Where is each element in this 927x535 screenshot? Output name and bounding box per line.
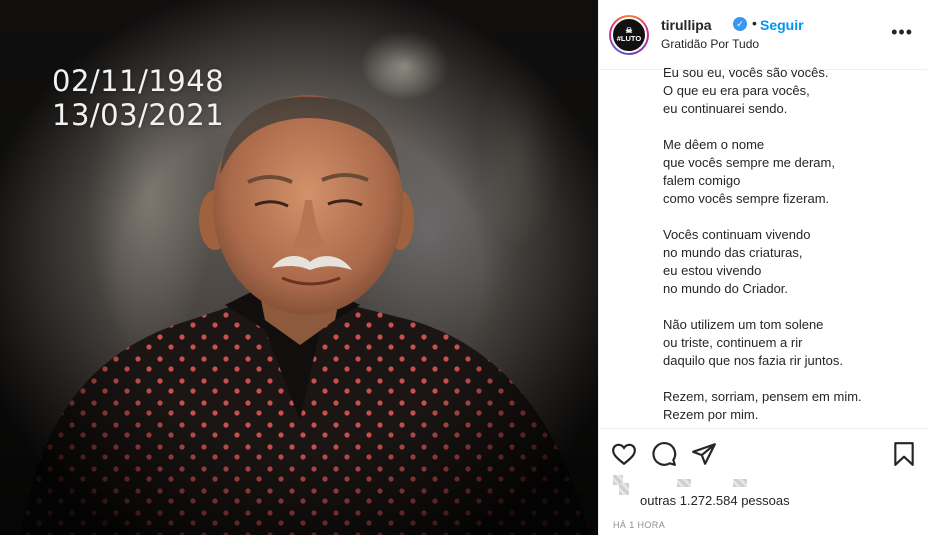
likes-count[interactable]: outras 1.272.584 pessoas [640, 493, 790, 508]
share-icon[interactable] [691, 441, 717, 467]
blurred-username [733, 479, 747, 487]
post-timestamp[interactable]: HÁ 1 HORA [613, 520, 665, 530]
caption-stanza: Não utilizem um tom solene ou triste, co… [663, 317, 843, 368]
post-actions: outras 1.272.584 pessoas HÁ 1 HORA [599, 428, 927, 535]
separator-dot: • [752, 15, 757, 31]
follow-button[interactable]: Seguir [760, 17, 804, 33]
avatar[interactable]: ☠ #LUTO [609, 15, 649, 55]
death-date-text: 13/03/2021 [52, 98, 225, 132]
caption-text: Eu sou eu, vocês são vocês. O que eu era… [663, 64, 919, 428]
caption-stanza: Me dêem o nome que vocês sempre me deram… [663, 137, 835, 206]
caption-stanza: Rezem, sorriam, pensem em mim. Rezem por… [663, 389, 862, 422]
more-options-icon[interactable]: ••• [891, 22, 913, 43]
birth-date-text: 02/11/1948 [52, 64, 225, 98]
post-header: ☠ #LUTO tirullipa ✓ • Seguir Gratidão Po… [599, 0, 927, 70]
username-link[interactable]: tirullipa [661, 17, 712, 33]
location-link[interactable]: Gratidão Por Tudo [661, 37, 759, 51]
avatar-image: ☠ #LUTO [611, 17, 647, 53]
avatar-text: #LUTO [616, 34, 642, 43]
caption-stanza: Vocês continuam vivendo no mundo das cri… [663, 227, 811, 296]
post-sidebar: ☠ #LUTO tirullipa ✓ • Seguir Gratidão Po… [598, 0, 927, 535]
blurred-avatar [619, 483, 629, 495]
caption-stanza: Eu sou eu, vocês são vocês. O que eu era… [663, 65, 829, 116]
verified-badge-icon: ✓ [733, 17, 747, 31]
post-photo[interactable]: 02/11/1948 13/03/2021 [0, 0, 598, 535]
bookmark-icon[interactable] [891, 441, 917, 467]
comment-icon[interactable] [651, 441, 677, 467]
heart-icon[interactable] [611, 441, 637, 467]
blurred-username [677, 479, 691, 487]
